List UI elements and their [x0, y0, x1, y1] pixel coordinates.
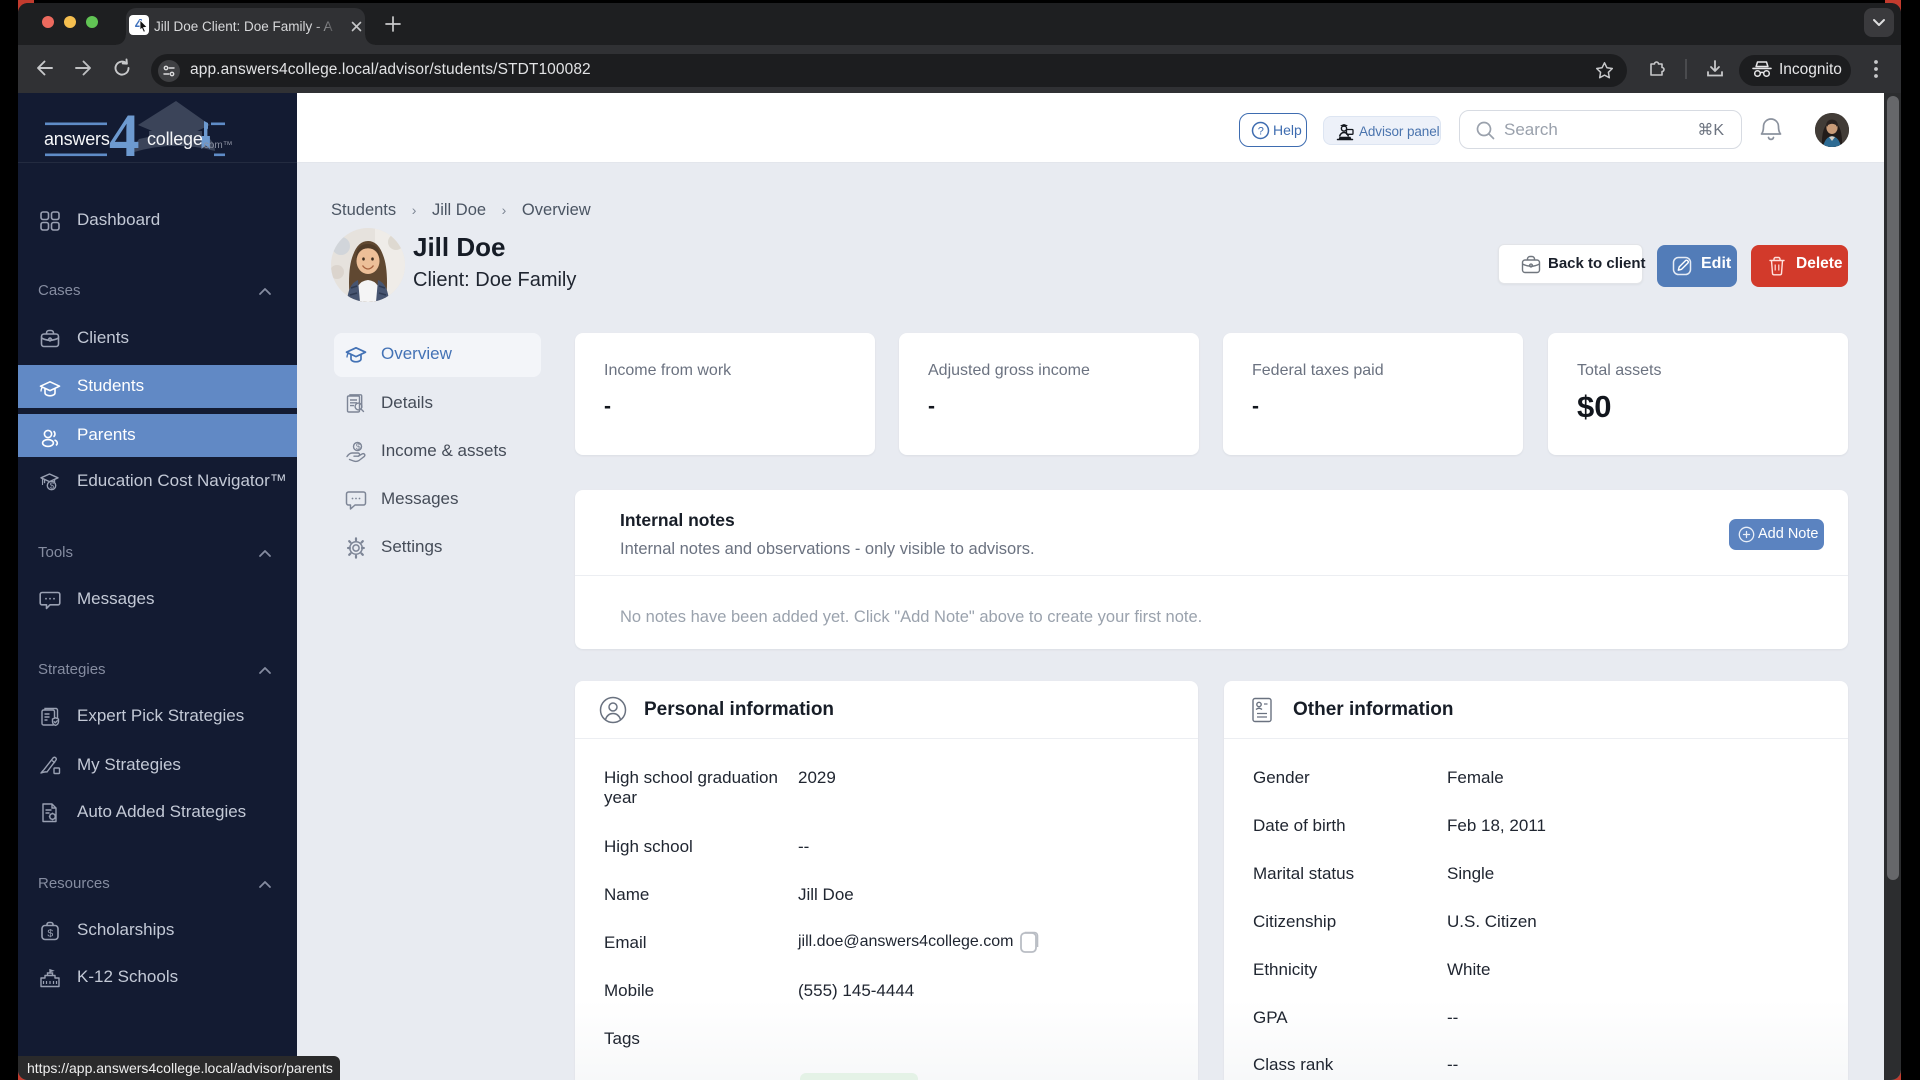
svg-text:$: $ [50, 482, 55, 491]
svg-text:answers: answers [44, 129, 110, 149]
svg-text:$: $ [47, 928, 53, 940]
svg-text:4: 4 [109, 103, 140, 163]
svg-text:$: $ [356, 442, 361, 452]
svg-text:?: ? [1258, 125, 1264, 137]
svg-text:.com™: .com™ [201, 140, 233, 151]
svg-text:college: college [147, 129, 203, 149]
